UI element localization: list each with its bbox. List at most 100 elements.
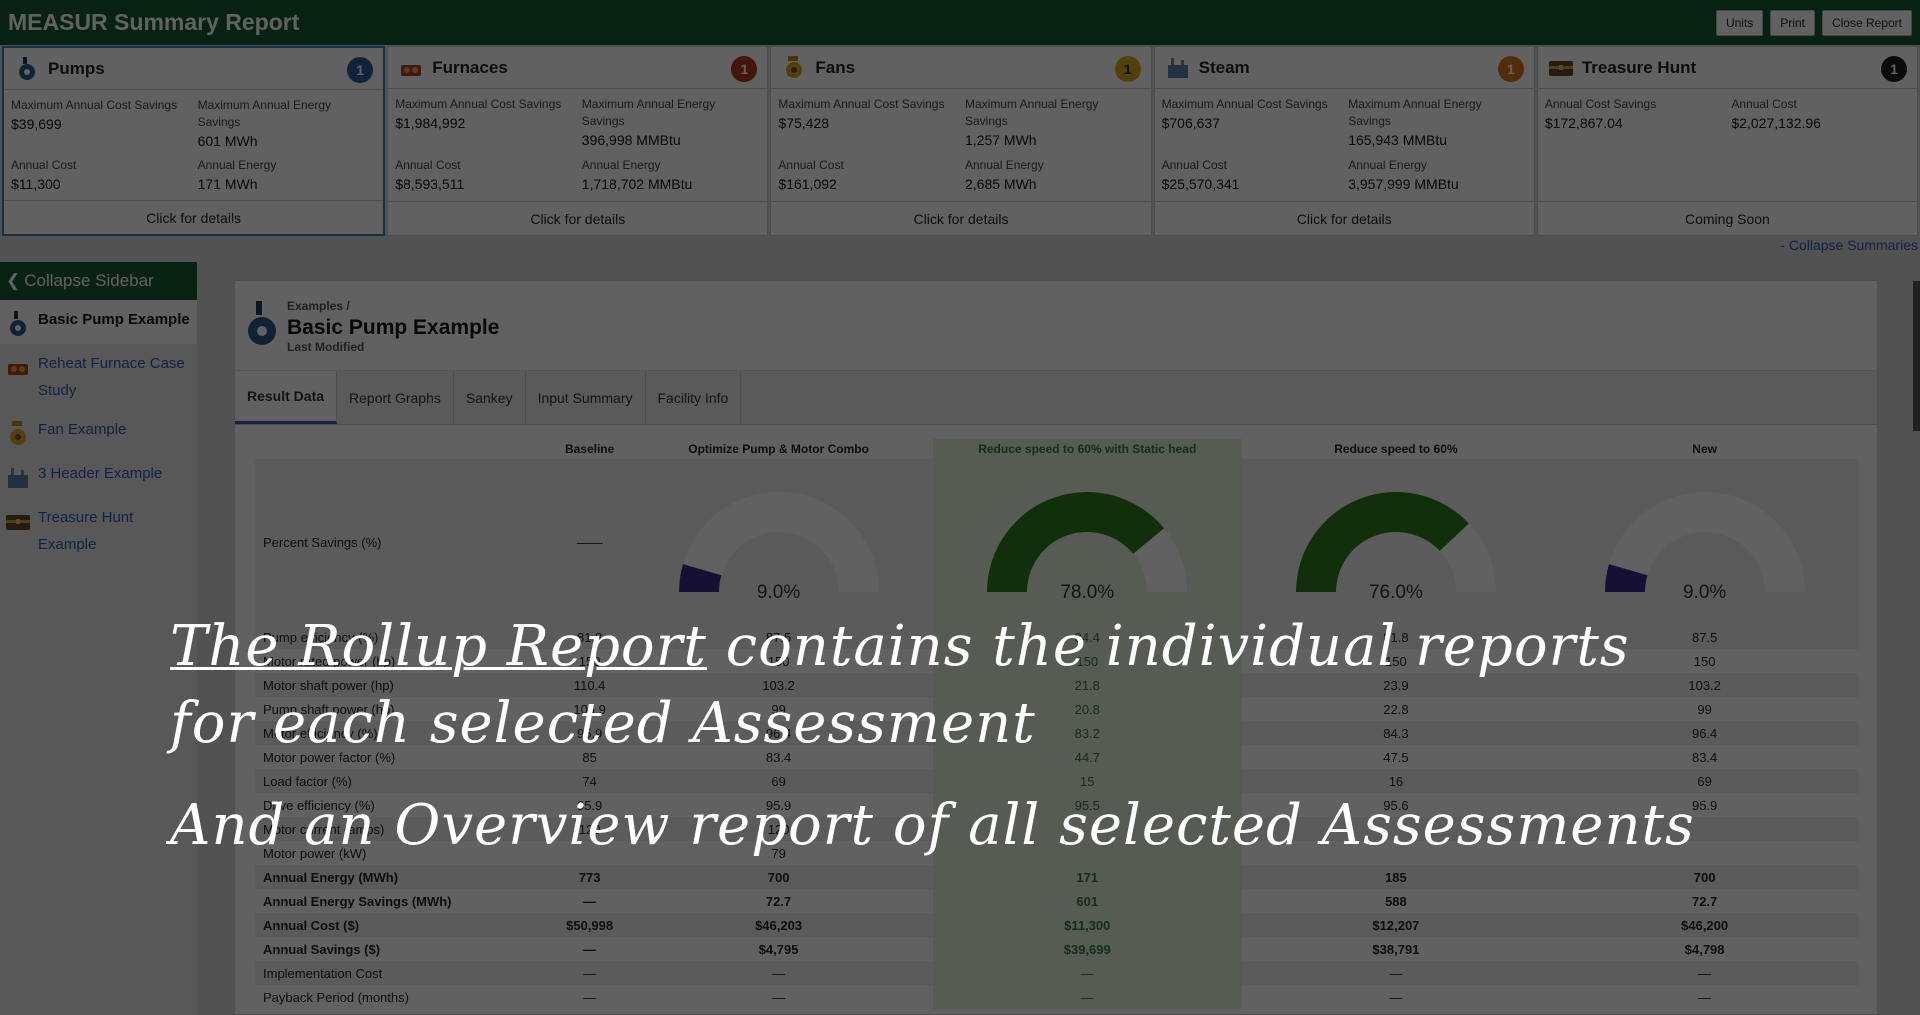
tab-result-data[interactable]: Result Data	[235, 371, 338, 424]
metric-label: Annual Cost	[11, 158, 77, 172]
count-badge: 1	[731, 56, 758, 82]
card-title: Treasure Hunt	[1581, 57, 1697, 77]
sidebar-item-basic-pump[interactable]: Basic Pump Example	[0, 300, 197, 344]
card-title: Fans	[815, 57, 856, 77]
gauge-cell: 9.0%	[1550, 459, 1859, 625]
gauge-fill	[987, 492, 1165, 592]
card-details-link[interactable]: Click for details	[771, 201, 1151, 235]
tab-facility-info[interactable]: Facility Info	[646, 371, 742, 424]
metric-label: Maximum Annual Energy Savings	[1348, 97, 1482, 128]
metric-value: 3,957,999 MMBtu	[1348, 176, 1459, 192]
table-cell: $12,207	[1241, 913, 1551, 937]
report-tabs: Result Data Report Graphs Sankey Input S…	[235, 371, 1877, 425]
table-cell: —	[932, 985, 1242, 1009]
top-bar: MEASUR Summary Report Units Print Close …	[0, 0, 1920, 45]
table-cell: 72.7	[1691, 893, 1718, 909]
row-label: Annual Energy Savings (MWh)	[263, 893, 452, 909]
tutorial-text: The Rollup Report contains the individua…	[170, 608, 1695, 864]
sidebar: ❮ Collapse Sidebar Basic Pump Example Re…	[0, 262, 197, 1015]
card-body: Maximum Annual Cost Savings $39,699 Maxim…	[4, 90, 383, 200]
tab-input-summary[interactable]: Input Summary	[526, 371, 646, 424]
pump-icon	[4, 310, 32, 338]
scrollbar-thumb[interactable]	[1913, 281, 1920, 431]
tab-report-graphs[interactable]: Report Graphs	[337, 371, 454, 424]
table-cell: —	[583, 941, 597, 957]
table-cell: 72.7	[765, 893, 792, 909]
summary-card-furnaces[interactable]: Furnaces 1 Maximum Annual Cost Savings $1…	[387, 46, 769, 236]
sidebar-item-fan-example[interactable]: Fan Example	[0, 410, 197, 454]
summary-card-pumps[interactable]: Pumps 1 Maximum Annual Cost Savings $39,6…	[2, 46, 386, 236]
card-title: Pumps	[48, 58, 105, 78]
card-body: Maximum Annual Cost Savings $75,428 Maxim…	[771, 89, 1150, 201]
metric-label: Annual Cost Savings	[1544, 97, 1657, 111]
table-row: Annual Savings ($) — $4,795 $39,699 $38,791 $…	[255, 937, 1859, 961]
table-row: Annual Energy Savings (MWh) — 72.7 601 588 72…	[255, 889, 1859, 913]
table-cell: 700	[624, 865, 933, 889]
gauge-fill	[1295, 492, 1469, 592]
metric-value: 601 MWh	[197, 133, 258, 149]
card-details-link[interactable]: Click for details	[4, 200, 384, 234]
tutorial-link: The Rollup Report	[170, 614, 707, 679]
table-cell: $39,699	[932, 937, 1242, 961]
metric-value: $2,027,132.96	[1731, 115, 1821, 131]
metric-value: $172,867.04	[1544, 115, 1623, 131]
metric-label: Maximum Annual Energy Savings	[965, 97, 1099, 128]
table-row: Payback Period (months) — — — — —	[255, 985, 1859, 1009]
table-cell: $46,203	[624, 913, 933, 937]
fan-icon	[781, 55, 807, 81]
breadcrumb[interactable]: Examples /	[287, 299, 499, 313]
table-cell: 700	[1550, 865, 1859, 889]
gauge-value: 9.0%	[1682, 582, 1727, 603]
gauge-value: 78.0%	[1060, 582, 1115, 603]
top-buttons: Units Print Close Report	[1715, 9, 1912, 36]
metric-label: Annual Energy	[965, 158, 1044, 172]
metric-value: 171 MWh	[197, 176, 258, 192]
table-cell: —	[583, 989, 597, 1005]
count-badge: 1	[347, 57, 374, 83]
metric-label: Annual Energy	[197, 158, 277, 172]
card-header: Treasure Hunt 1	[1537, 47, 1918, 89]
savings-gauge: 78.0%	[977, 482, 1197, 603]
metric-value: 2,685 MWh	[965, 176, 1037, 192]
metric-label: Annual Energy	[1348, 158, 1427, 172]
metric-label: Annual Cost	[1731, 97, 1797, 111]
collapse-sidebar-label: Collapse Sidebar	[24, 271, 154, 290]
card-title: Steam	[1198, 57, 1250, 77]
tab-sankey[interactable]: Sankey	[454, 371, 526, 424]
steam-icon	[4, 464, 32, 492]
furnace-icon	[398, 55, 424, 81]
table-cell: —	[1389, 989, 1403, 1005]
collapse-sidebar-button[interactable]: ❮ Collapse Sidebar	[0, 262, 197, 300]
sidebar-item-label: Reheat Furnace Case Study	[38, 355, 185, 399]
sidebar-item-reheat-furnace[interactable]: Reheat Furnace Case Study	[0, 344, 197, 410]
metric-label: Maximum Annual Cost Savings	[395, 97, 562, 111]
units-button[interactable]: Units	[1715, 9, 1764, 36]
summary-card-treasure-hunt[interactable]: Treasure Hunt 1 Annual Cost Savings $172,…	[1536, 46, 1919, 236]
card-details-link[interactable]: Click for details	[388, 201, 768, 235]
row-label: Annual Energy (MWh)	[255, 865, 555, 889]
sidebar-item-label: 3 Header Example	[38, 465, 163, 482]
table-row: Annual Cost ($) $50,998 $46,203 $11,300 $12,…	[255, 913, 1859, 937]
collapse-summaries-link[interactable]: - Collapse Summaries	[1780, 237, 1918, 253]
sidebar-item-treasure-hunt[interactable]: Treasure Hunt Example	[0, 498, 197, 564]
furnace-icon	[4, 354, 32, 382]
summary-card-fans[interactable]: Fans 1 Maximum Annual Cost Savings $75,42…	[770, 46, 1152, 236]
fan-icon	[4, 420, 32, 448]
metric-label: Maximum Annual Cost Savings	[1161, 97, 1328, 111]
column-header: Baseline	[564, 442, 615, 456]
summary-card-steam[interactable]: Steam 1 Maximum Annual Cost Savings $706,…	[1153, 46, 1535, 236]
close-report-button[interactable]: Close Report	[1821, 9, 1912, 36]
sidebar-item-label: Treasure Hunt Example	[38, 509, 134, 553]
table-cell: —	[1241, 961, 1551, 985]
print-button[interactable]: Print	[1770, 9, 1815, 36]
gauge-value: 76.0%	[1368, 582, 1423, 603]
metric-value: $8,593,511	[395, 176, 465, 192]
column-header: Optimize Pump & Motor Combo	[688, 442, 869, 456]
savings-gauge: 9.0%	[1595, 482, 1815, 603]
sidebar-item-3-header[interactable]: 3 Header Example	[0, 454, 197, 498]
gauge-cell: 9.0%	[624, 459, 933, 625]
steam-icon	[1165, 55, 1191, 81]
baseline-percent: ——	[555, 459, 625, 625]
table-cell: —	[624, 961, 933, 985]
card-details-link[interactable]: Click for details	[1154, 201, 1534, 235]
